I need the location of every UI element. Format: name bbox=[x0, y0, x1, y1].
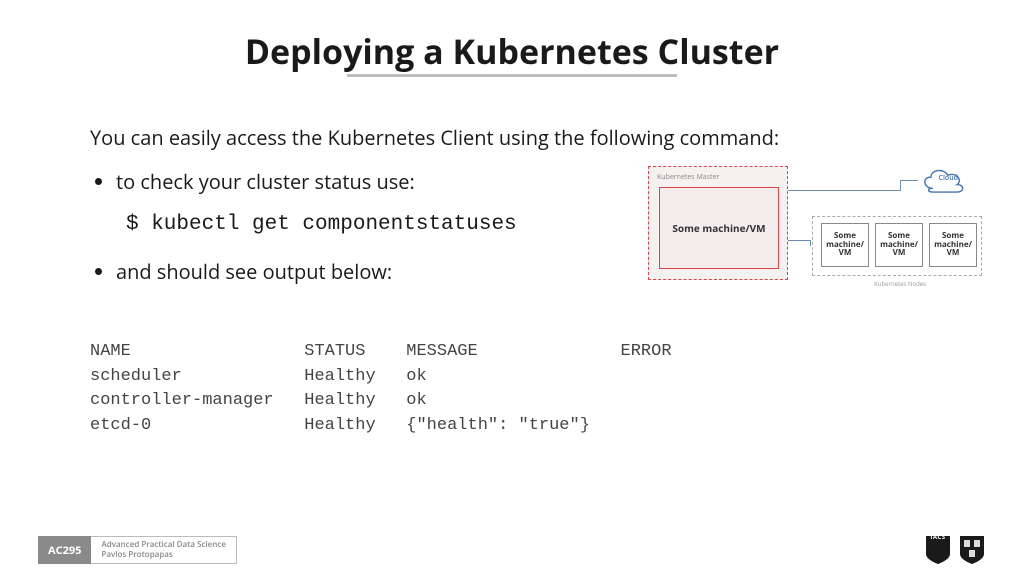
node-box: Some machine/ VM bbox=[875, 223, 923, 267]
iacs-text: IACS bbox=[924, 533, 952, 541]
slide: Deploying a Kubernetes Cluster You can e… bbox=[0, 0, 1024, 576]
cell: etcd-0 bbox=[90, 416, 151, 435]
course-info: Advanced Practical Data Science Pavlos P… bbox=[91, 536, 236, 564]
output-table: NAME STATUS MESSAGE ERROR scheduler Heal… bbox=[90, 340, 672, 439]
wire bbox=[900, 180, 901, 191]
cell: scheduler bbox=[90, 367, 182, 386]
col-status: STATUS bbox=[304, 342, 365, 361]
course-author: Pavlos Protopapas bbox=[101, 550, 225, 560]
wire bbox=[788, 240, 810, 241]
bullet-list: to check your cluster status use: $ kube… bbox=[90, 168, 630, 303]
course-code: AC295 bbox=[38, 536, 91, 564]
wire bbox=[788, 190, 900, 191]
nodes-box: Some machine/ VM Some machine/ VM Some m… bbox=[812, 216, 982, 276]
col-error: ERROR bbox=[621, 342, 672, 361]
title-underline bbox=[347, 74, 677, 77]
cell: Healthy bbox=[304, 391, 375, 410]
harvard-logo bbox=[958, 534, 986, 566]
bullet-item: and should see output below: bbox=[116, 258, 630, 285]
master-inner: Some machine/VM bbox=[659, 187, 779, 269]
master-box: Kubernetes Master Some machine/VM bbox=[648, 166, 788, 280]
cloud-label: Cloud bbox=[939, 174, 958, 183]
footer: AC295 Advanced Practical Data Science Pa… bbox=[38, 536, 237, 564]
architecture-diagram: Kubernetes Master Some machine/VM Cloud … bbox=[646, 160, 986, 290]
wire bbox=[810, 240, 811, 246]
node-box: Some machine/ VM bbox=[821, 223, 869, 267]
logo-group: IACS bbox=[924, 534, 986, 566]
cell: controller-manager bbox=[90, 391, 274, 410]
bullet-item: to check your cluster status use: bbox=[116, 168, 630, 195]
cell: Healthy bbox=[304, 367, 375, 386]
cell: ok bbox=[406, 391, 426, 410]
command-line: $ kubectl get componentstatuses bbox=[126, 213, 630, 236]
iacs-logo: IACS bbox=[924, 534, 952, 566]
cell: ok bbox=[406, 367, 426, 386]
col-message: MESSAGE bbox=[406, 342, 477, 361]
cell: {"health": "true"} bbox=[406, 416, 590, 435]
intro-text: You can easily access the Kubernetes Cli… bbox=[90, 124, 954, 151]
master-label: Kubernetes Master bbox=[657, 173, 719, 182]
nodes-label: Kubernetes Nodes bbox=[874, 280, 926, 300]
col-name: NAME bbox=[90, 342, 131, 361]
cell: Healthy bbox=[304, 416, 375, 435]
node-box: Some machine/ VM bbox=[929, 223, 977, 267]
slide-title: Deploying a Kubernetes Cluster bbox=[0, 28, 1024, 74]
